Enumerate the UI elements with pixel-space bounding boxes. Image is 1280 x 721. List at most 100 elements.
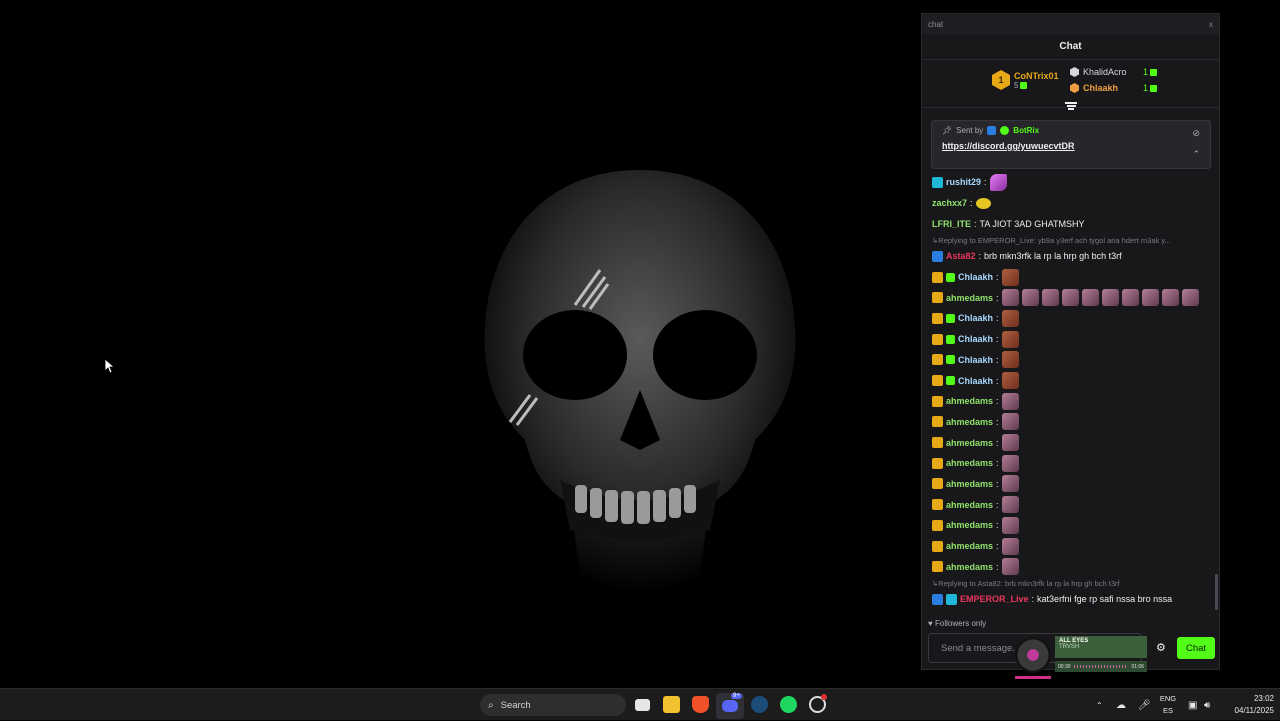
chat-username[interactable]: ahmedams	[946, 396, 993, 406]
pink-emote-icon	[1021, 289, 1039, 307]
pink-emote-icon	[1001, 392, 1019, 410]
pink-emote-icon	[1001, 516, 1019, 534]
chat-scrollbar[interactable]	[1215, 574, 1218, 610]
reply-context[interactable]: ↳ Replying to EMPEROR_Live: yb9a y3erf a…	[932, 234, 1221, 246]
crown-badge-icon	[932, 416, 943, 428]
chat-username[interactable]: ahmedams	[946, 562, 993, 572]
collapse-pin-chevron-icon[interactable]: ⌃	[1192, 149, 1200, 160]
pinned-link[interactable]: https://discord.gg/yuwuecvtDR	[942, 141, 1200, 151]
chat-username[interactable]: rushit29	[946, 177, 981, 187]
yellow-emote-icon	[975, 197, 991, 209]
chat-username[interactable]: Asta82	[946, 251, 976, 261]
chat-username[interactable]: zachxx7	[932, 198, 967, 208]
username-separator: :	[996, 478, 999, 489]
chat-message: ahmedams:	[932, 432, 1221, 453]
leaderboard-third-place[interactable]: Chlaakh 1	[1070, 83, 1158, 93]
chat-message: ahmedams:	[932, 391, 1221, 412]
chat-message: ahmedams:	[932, 453, 1221, 474]
username-separator: :	[984, 177, 987, 188]
system-clock[interactable]: 23:02 04/11/2025	[1222, 693, 1274, 717]
chat-message: ahmedams:	[932, 412, 1221, 433]
sent-by-label: Sent by	[956, 126, 984, 135]
chat-username[interactable]: ahmedams	[946, 417, 993, 427]
gift-badge-icon	[946, 334, 955, 344]
chat-username[interactable]: ahmedams	[946, 479, 993, 489]
leaderboard-second-place[interactable]: KhalidAcro 1	[1070, 67, 1158, 77]
taskbar: ⌕ Search 9+ ⌃ ☁ 🎤︎ ENG ES ▣ 🔊︎ 23:02 04/11…	[0, 688, 1280, 720]
username-separator: :	[996, 437, 999, 448]
chat-settings-gear-icon[interactable]: ⚙	[1156, 641, 1166, 654]
spotify-icon[interactable]	[780, 696, 797, 713]
show-hidden-icons-chevron-icon[interactable]: ⌃	[1096, 689, 1103, 721]
chat-username[interactable]: ahmedams	[946, 541, 993, 551]
face-emote-icon	[1001, 372, 1019, 390]
chat-username[interactable]: ahmedams	[946, 293, 993, 303]
chat-username[interactable]: EMPEROR_Live	[960, 594, 1029, 604]
window-close-button[interactable]: x	[1209, 20, 1213, 29]
crown-badge-icon	[932, 292, 943, 304]
send-chat-button[interactable]: Chat	[1177, 637, 1215, 659]
taskbar-search[interactable]: ⌕ Search	[480, 694, 626, 716]
chat-message: rushit29:	[932, 172, 1221, 193]
chat-username[interactable]: ahmedams	[946, 520, 993, 530]
chat-username[interactable]: LFRI_ITE	[932, 219, 971, 229]
crown-badge-icon	[932, 312, 943, 324]
waveform	[1073, 665, 1129, 668]
chat-message: EMPEROR_Live: kat3erfni fge rp safi nssa …	[932, 589, 1221, 610]
media-player-widget[interactable]: ALL EYES TRVSH 00:30 01:06	[1015, 633, 1150, 679]
chat-header: Chat	[922, 34, 1219, 60]
chat-username[interactable]: Chlaakh	[958, 334, 993, 344]
username-separator: :	[970, 198, 973, 209]
crown-badge-icon	[932, 333, 943, 345]
file-explorer-icon[interactable]	[663, 696, 680, 713]
pink-emote-icon	[1001, 434, 1019, 452]
leaderboard-first-name: CoNTrix01	[1014, 70, 1059, 81]
chat-message: Chlaakh:	[932, 329, 1221, 350]
crown-badge-icon	[932, 561, 943, 573]
playback-bar[interactable]: 00:30 01:06	[1055, 661, 1147, 672]
face-emote-icon	[1001, 351, 1019, 369]
brave-browser-icon[interactable]	[692, 696, 709, 713]
microphone-icon[interactable]: 🎤︎	[1138, 689, 1151, 721]
chat-message: ahmedams:	[932, 556, 1221, 577]
chat-input-placeholder: Send a message...	[941, 642, 1021, 654]
username-separator: :	[996, 396, 999, 407]
skull-wallpaper	[484, 170, 796, 593]
username-separator: :	[996, 292, 999, 303]
chat-username[interactable]: Chlaakh	[958, 272, 993, 282]
volume-icon[interactable]: 🔊︎	[1204, 689, 1210, 721]
chat-message: ahmedams:	[932, 474, 1221, 495]
onedrive-cloud-icon[interactable]: ☁	[1116, 689, 1126, 721]
bot-badge-icon	[987, 126, 997, 135]
username-separator: :	[996, 334, 999, 345]
network-icon[interactable]: ▣	[1188, 689, 1197, 721]
pin-icon: 📌︎	[942, 126, 953, 135]
windows-start-icon[interactable]	[455, 697, 471, 713]
leaderboard-second-name: KhalidAcro	[1083, 67, 1127, 77]
input-language[interactable]: ENG ES	[1156, 693, 1180, 717]
hide-pin-icon[interactable]: ⊘	[1192, 128, 1200, 139]
reply-context[interactable]: ↳ Replying to Asta82: brb mkn3rfk la rp …	[932, 577, 1221, 589]
track-artist: TRVSH	[1059, 644, 1080, 650]
chat-username[interactable]: Chlaakh	[958, 376, 993, 386]
window-title: chat	[928, 19, 944, 29]
gift-icon	[1150, 69, 1158, 77]
chat-username[interactable]: ahmedams	[946, 458, 993, 468]
search-label: Search	[500, 699, 531, 711]
expand-leaderboard-icon[interactable]	[1065, 101, 1077, 111]
chat-username[interactable]: Chlaakh	[958, 313, 993, 323]
chat-username[interactable]: ahmedams	[946, 500, 993, 510]
crown-badge-icon	[932, 354, 943, 366]
steam-icon[interactable]	[751, 696, 768, 713]
leaderboard-first-gifts: 5	[1014, 81, 1059, 90]
task-view-icon[interactable]	[635, 699, 650, 711]
leaderboard-first-place[interactable]: 1 CoNTrix01 5	[992, 70, 1059, 90]
pinned-sender-row: 📌︎ Sent by BotRix	[942, 126, 1200, 135]
grid-badge-icon	[932, 176, 943, 188]
chat-username[interactable]: Chlaakh	[958, 355, 993, 365]
chat-username[interactable]: ahmedams	[946, 438, 993, 448]
reply-text: Replying to Asta82: brb mkn3rfk la rp la…	[938, 578, 1120, 588]
mouse-cursor-icon	[105, 359, 115, 374]
pinned-sender[interactable]: BotRix	[1013, 126, 1039, 135]
window-title-bar[interactable]: chat x	[922, 14, 1219, 34]
